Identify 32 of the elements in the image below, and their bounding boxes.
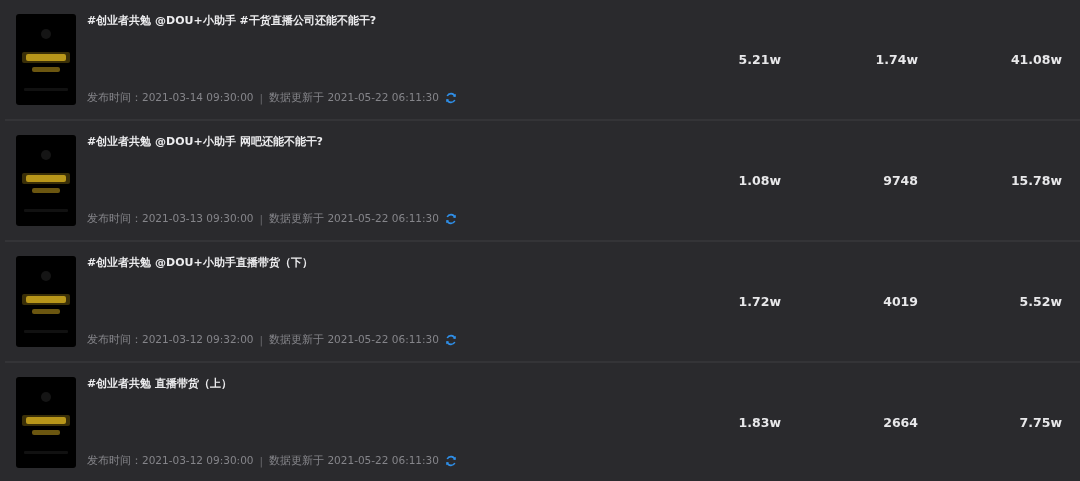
metric-value: 5.21w (737, 52, 781, 67)
update-time: 数据更新于 2021-05-22 06:11:30 (269, 91, 439, 105)
metric-value: 5.52w (1018, 294, 1062, 309)
update-time: 数据更新于 2021-05-22 06:11:30 (269, 454, 439, 468)
publish-time: 发布时间：2021-03-12 09:32:00 (87, 333, 254, 347)
metric-value: 1.72w (737, 294, 781, 309)
separator: | (259, 455, 264, 467)
update-time: 数据更新于 2021-05-22 06:11:30 (269, 333, 439, 347)
metric-value: 1.83w (737, 415, 781, 430)
video-title[interactable]: #创业者共勉 直播带货（上） (87, 376, 233, 391)
refresh-icon[interactable] (444, 92, 457, 104)
separator: | (259, 92, 264, 104)
metric-value: 15.78w (1009, 173, 1062, 188)
separator: | (259, 334, 264, 346)
update-time: 数据更新于 2021-05-22 06:11:30 (269, 212, 439, 226)
metric-value: 1.74w (874, 52, 918, 67)
video-title[interactable]: #创业者共勉 @DOU+小助手直播带货（下） (87, 255, 313, 270)
video-title[interactable]: #创业者共勉 @DOU+小助手 #干货直播公司还能不能干? (87, 13, 377, 28)
publish-time: 发布时间：2021-03-12 09:30:00 (87, 454, 254, 468)
metric-value: 1.08w (737, 173, 781, 188)
refresh-icon[interactable] (444, 455, 457, 467)
metric-value: 9748 (882, 173, 918, 188)
metric-value: 7.75w (1018, 415, 1062, 430)
video-title[interactable]: #创业者共勉 @DOU+小助手 网吧还能不能干? (87, 134, 323, 149)
refresh-icon[interactable] (444, 334, 457, 346)
metric-value: 2664 (882, 415, 918, 430)
publish-time: 发布时间：2021-03-14 09:30:00 (87, 91, 254, 105)
separator: | (259, 213, 264, 225)
publish-time: 发布时间：2021-03-13 09:30:00 (87, 212, 254, 226)
refresh-icon[interactable] (444, 213, 457, 225)
metric-value: 4019 (882, 294, 918, 309)
metric-value: 41.08w (1009, 52, 1062, 67)
